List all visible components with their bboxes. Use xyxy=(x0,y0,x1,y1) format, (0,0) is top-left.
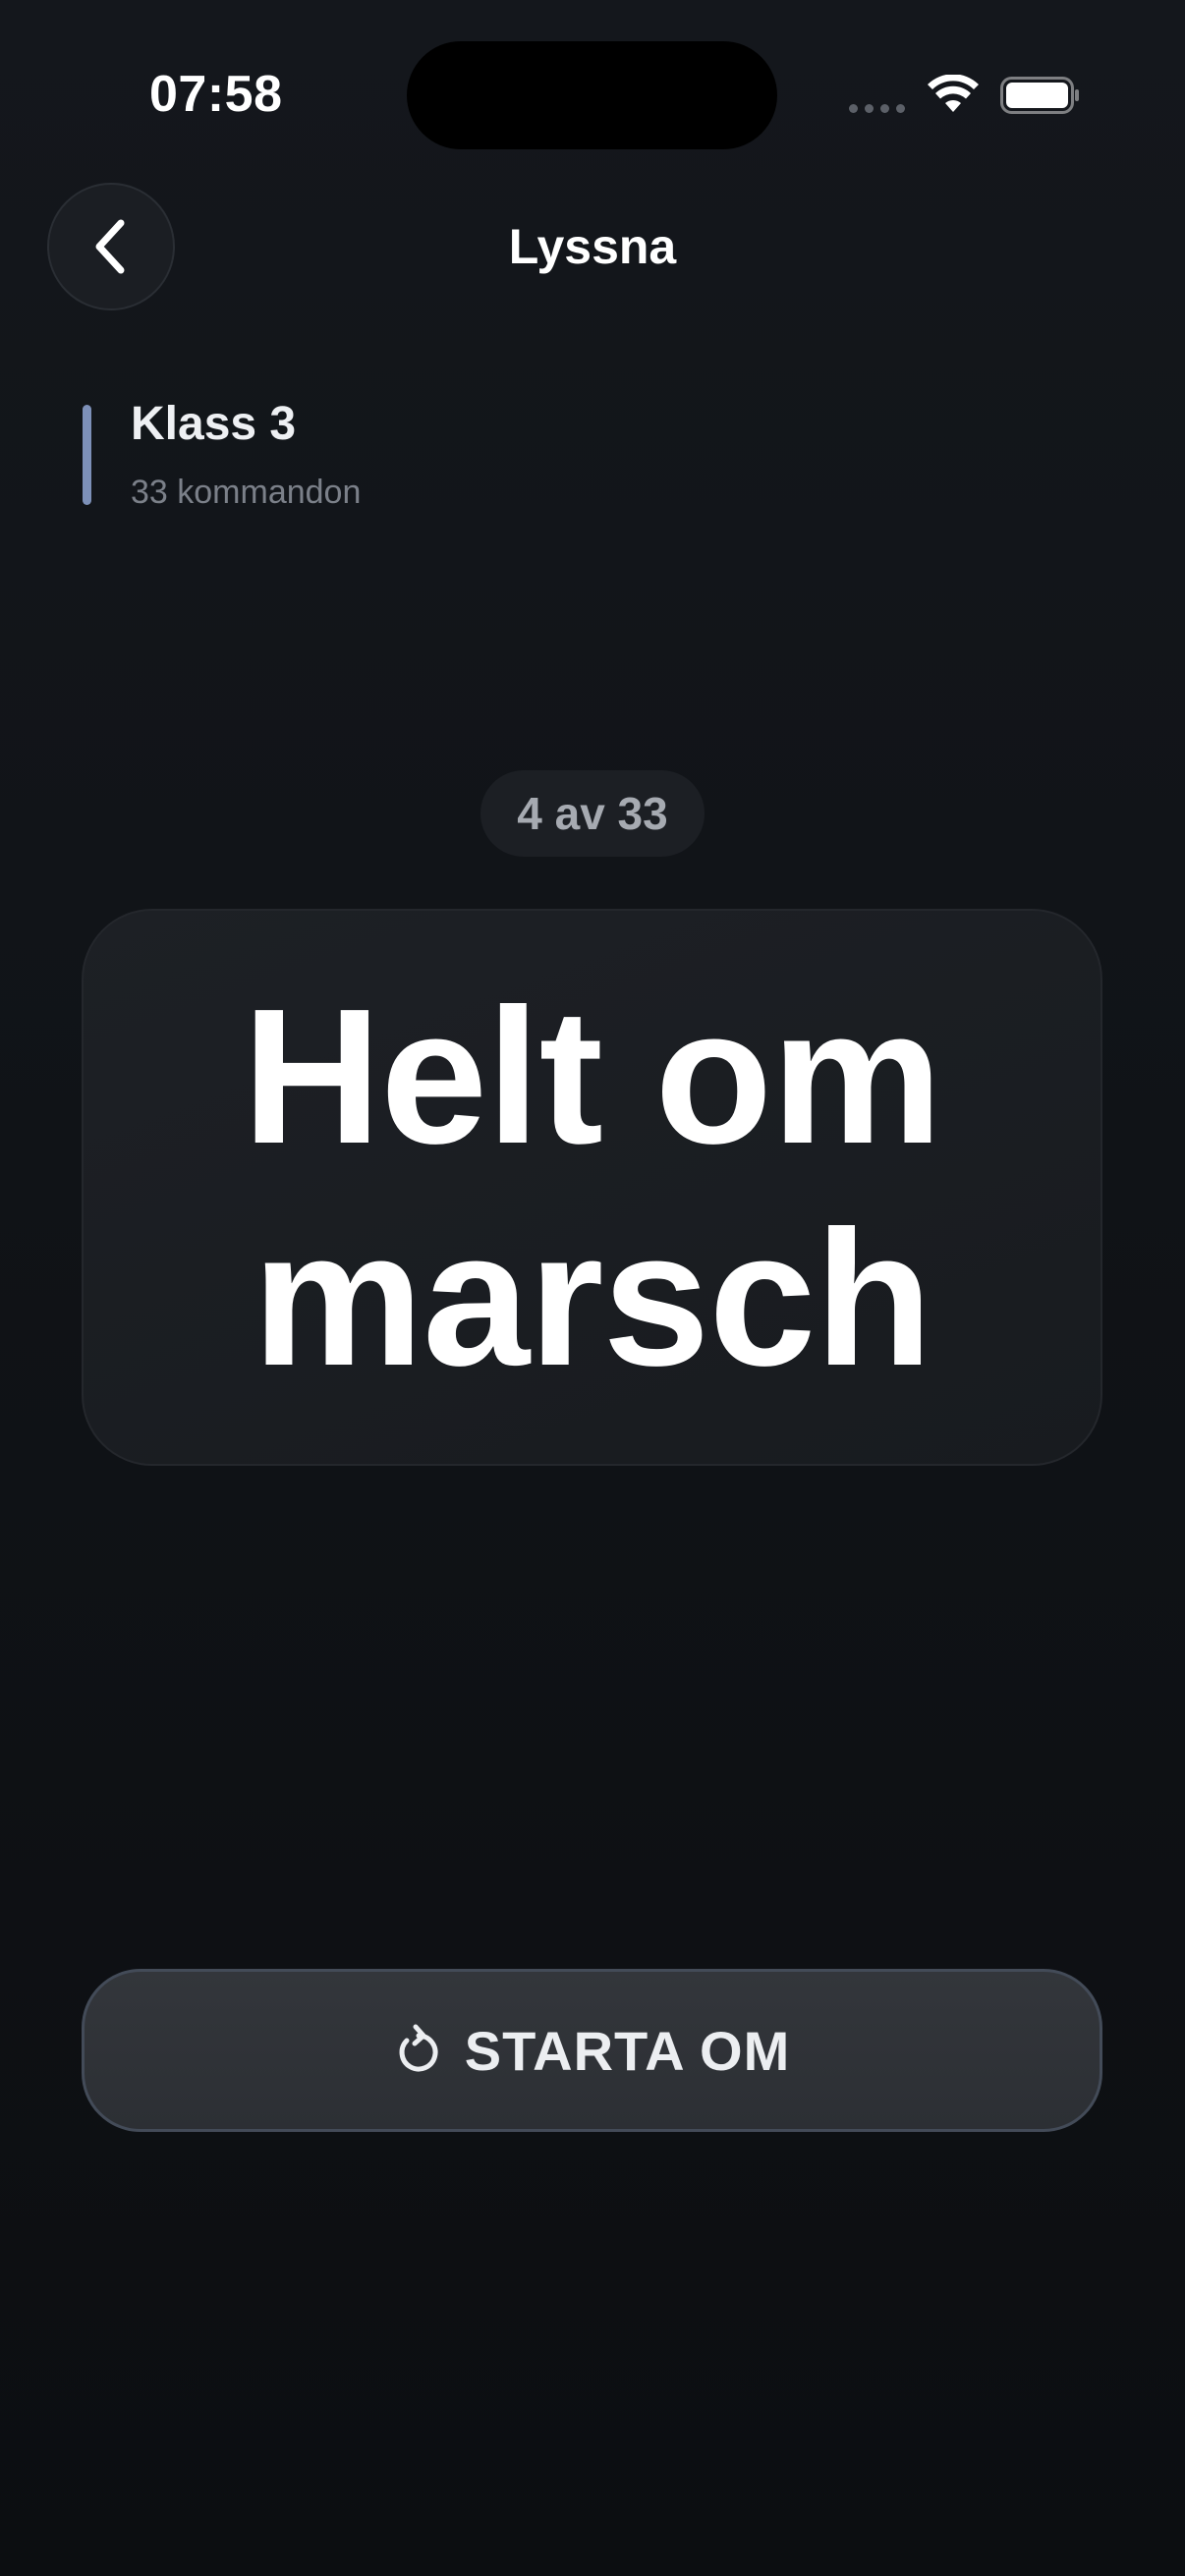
command-card: Helt om marsch xyxy=(82,909,1102,1466)
wifi-icon xyxy=(928,75,979,112)
signal-dots-icon xyxy=(849,104,905,113)
page-title: Lyssna xyxy=(508,219,677,274)
restart-label: STARTA OM xyxy=(464,2019,791,2082)
class-title: Klass 3 xyxy=(131,398,297,450)
restart-button[interactable]: STARTA OM xyxy=(82,1969,1102,2132)
class-accent-bar xyxy=(83,405,91,505)
dynamic-island xyxy=(407,41,777,149)
class-subtitle: 33 kommandon xyxy=(131,474,362,511)
status-time: 07:58 xyxy=(149,66,283,123)
battery-icon xyxy=(1000,77,1079,114)
restart-icon xyxy=(399,2024,438,2072)
command-text: Helt om marsch xyxy=(242,968,943,1406)
progress-badge: 4 av 33 xyxy=(480,770,705,857)
